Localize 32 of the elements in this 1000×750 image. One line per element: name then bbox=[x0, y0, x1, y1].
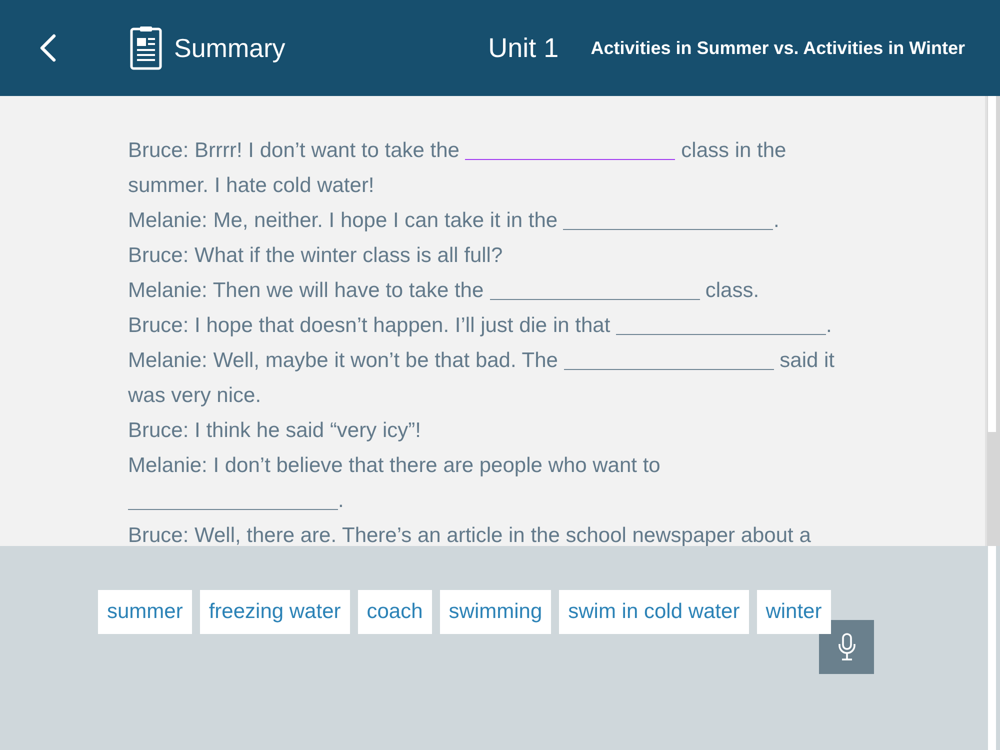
dialogue-text: Bruce: I hope that doesn’t happen. I’ll just die in that bbox=[128, 314, 610, 337]
word-chip[interactable]: swim in cold water bbox=[559, 590, 749, 634]
dialogue-text: summer. I hate cold water! bbox=[128, 174, 374, 197]
word-chip[interactable]: coach bbox=[358, 590, 432, 634]
dialogue-text: Melanie: Well, maybe it won’t be that bad. The bbox=[128, 349, 558, 372]
dialogue-text: Bruce: I think he said “very icy”! bbox=[128, 419, 421, 442]
unit-label: Unit 1 bbox=[488, 32, 559, 64]
word-chip[interactable]: freezing water bbox=[200, 590, 350, 634]
dialogue-text: Melanie: I don’t believe that there are people who want to bbox=[128, 454, 660, 477]
dialogue-text: Melanie: Me, neither. I hope I can take it in the bbox=[128, 209, 558, 232]
dialogue-text: . bbox=[826, 314, 832, 337]
dialogue-text: said it bbox=[780, 349, 835, 372]
dialogue-text: . bbox=[773, 209, 780, 232]
word-chip[interactable]: winter bbox=[756, 590, 831, 634]
dialogue-text: class. bbox=[705, 279, 760, 302]
dialogue-text: Melanie: Then we will have to take the bbox=[128, 279, 484, 302]
dialogue-text: was very nice. bbox=[128, 384, 262, 407]
microphone-icon bbox=[838, 633, 856, 661]
section-title: Summary bbox=[174, 32, 286, 64]
dialogue-text: . bbox=[338, 489, 344, 512]
dialogue-text: Bruce: What if the winter class is all full? bbox=[128, 244, 503, 267]
dialogue-text: class in the bbox=[681, 139, 786, 162]
scrollbar-thumb[interactable] bbox=[988, 546, 996, 750]
dialogue-text: Bruce: Well, there are. There’s an article in the school newspaper about a bbox=[128, 524, 811, 546]
back-icon[interactable] bbox=[40, 34, 56, 62]
document-icon bbox=[130, 26, 162, 70]
dialogue-text: Bruce: Brrrr! I don’t want to take the bbox=[128, 139, 460, 162]
lesson-title: Activities in Summer vs. Activities in Winter bbox=[590, 38, 965, 58]
microphone-button[interactable] bbox=[819, 620, 874, 674]
word-chip[interactable]: swimming bbox=[440, 590, 552, 634]
scrollbar-thumb[interactable] bbox=[988, 96, 996, 432]
word-chip[interactable]: summer bbox=[98, 590, 192, 634]
